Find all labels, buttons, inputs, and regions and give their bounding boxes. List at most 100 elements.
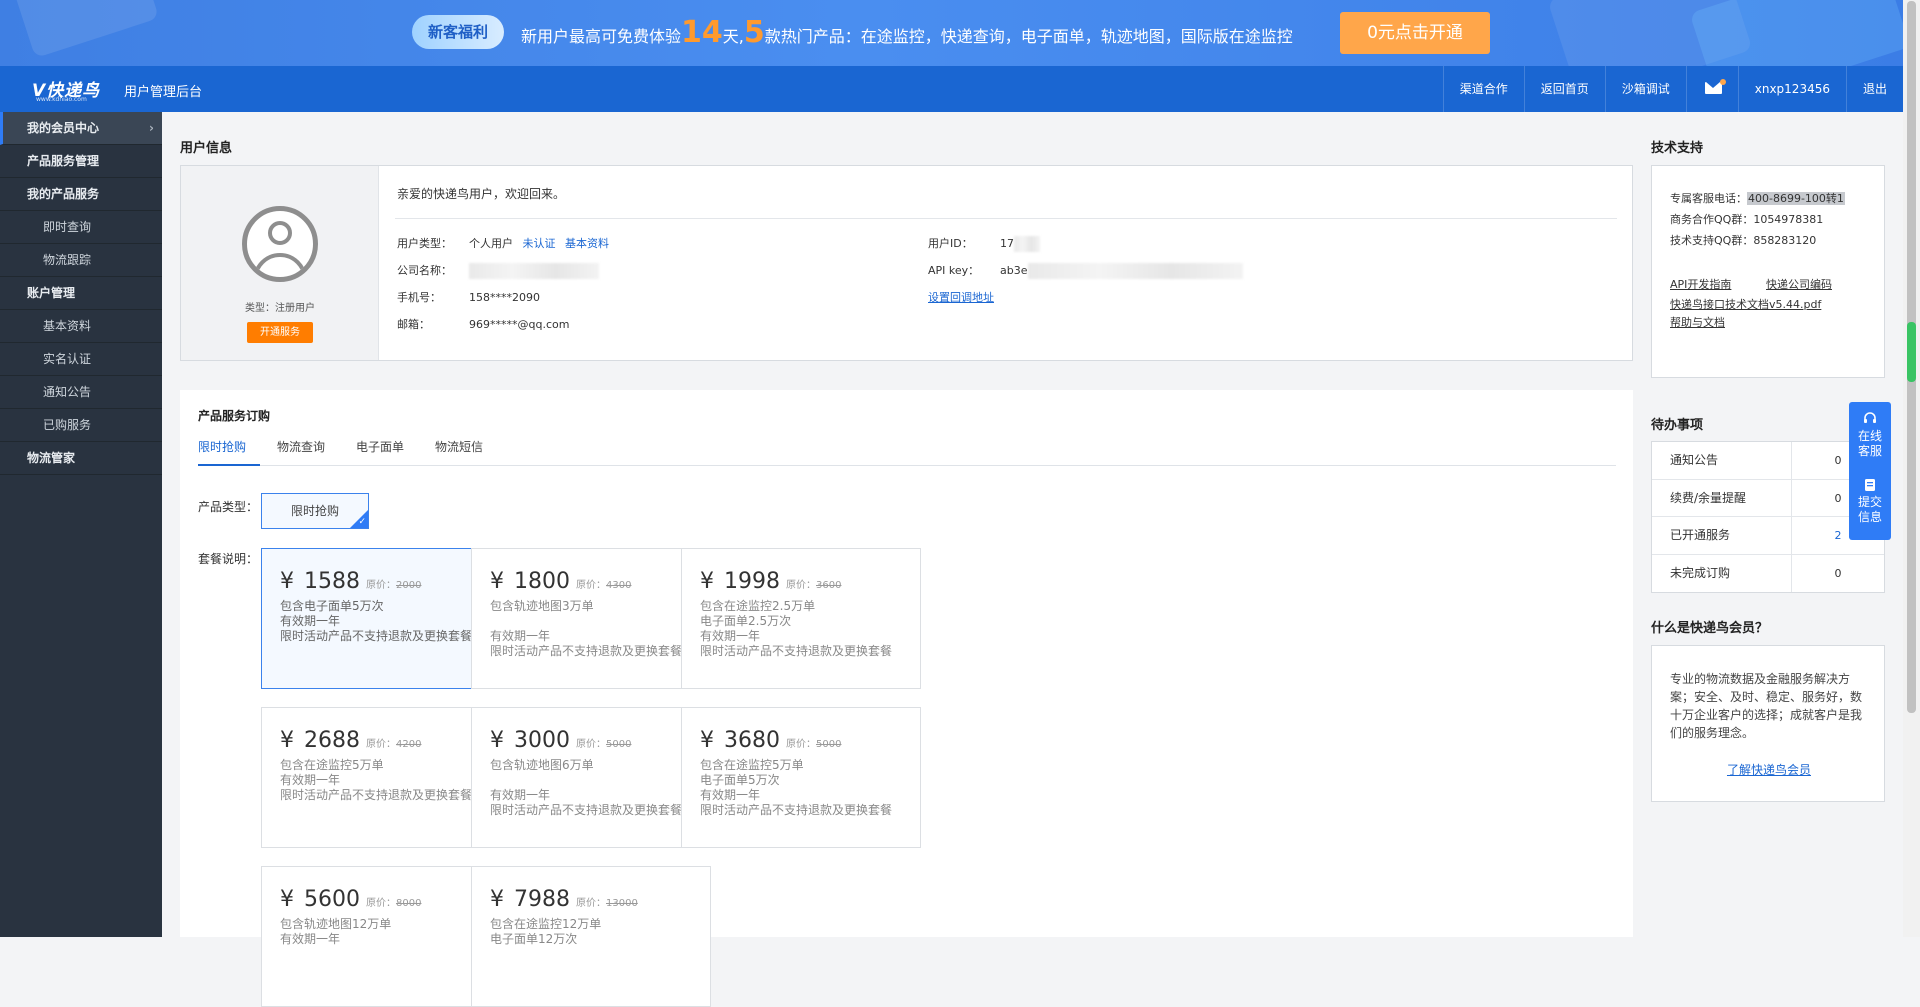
sidebar: 我的会员中心 › 产品服务管理 我的产品服务 即时查询 物流跟踪 账户管理 基本…	[0, 112, 162, 937]
email-label: 邮箱：	[397, 318, 430, 331]
plan-price-value: 1998	[724, 569, 780, 594]
original-price-value: 3600	[816, 580, 842, 591]
user-id-row: 用户ID： 17	[928, 235, 1040, 252]
plan-price: ¥3000 原价：5000	[490, 728, 631, 753]
original-price-label: 原价：	[576, 898, 606, 909]
learn-membership-link[interactable]: 了解快递鸟会员	[1727, 763, 1811, 777]
sidebar-item-instant-query[interactable]: 即时查询	[0, 211, 162, 244]
sidebar-item-purchased[interactable]: 已购服务	[0, 409, 162, 442]
top-header: V快递鸟 www.kdniao.com 用户管理后台 渠道合作 返回首页 沙箱调…	[0, 66, 1903, 112]
sidebar-item-notices[interactable]: 通知公告	[0, 376, 162, 409]
membership-text: 专业的物流数据及金融服务解决方案；安全、及时、稳定、服务好，数十万企业客户的选择…	[1670, 672, 1863, 740]
plan-description: 包含轨迹地图6万单 有效期一年 限时活动产品不支持退款及更换套餐	[490, 758, 682, 818]
plan-card[interactable]: ¥3680 原价：5000 包含在途监控5万单 电子面单5万次 有效期一年 限时活动产品不…	[681, 707, 921, 848]
currency-symbol: ¥	[490, 728, 504, 753]
nav-home[interactable]: 返回首页	[1523, 66, 1605, 112]
currency-symbol: ¥	[280, 728, 294, 753]
original-price-value: 13000	[606, 898, 638, 909]
api-key-value: ab3e	[1000, 264, 1028, 277]
plan-original-price: 原价：8000	[366, 898, 421, 909]
sidebar-item-member-center[interactable]: 我的会员中心 ›	[0, 112, 162, 145]
product-type-option[interactable]: 限时抢购 ✓	[261, 493, 369, 529]
sidebar-item-account[interactable]: 账户管理	[0, 277, 162, 310]
tech-qq: 技术支持QQ群：858283120	[1670, 234, 1817, 247]
sidebar-item-profile[interactable]: 基本资料	[0, 310, 162, 343]
tab-logistics-sms[interactable]: 物流短信	[435, 430, 497, 466]
membership-title: 什么是快递鸟会员？	[1651, 621, 1769, 636]
tab-flash-sale[interactable]: 限时抢购	[198, 430, 261, 466]
email-value: 969*****@qq.com	[469, 318, 570, 331]
courier-code-link[interactable]: 快递公司编码	[1766, 276, 1832, 292]
biz-qq: 商务合作QQ群：1054978381	[1670, 213, 1824, 226]
mail-button[interactable]	[1685, 66, 1738, 112]
todo-label: 已开通服务	[1652, 517, 1792, 554]
original-price-label: 原价：	[786, 739, 816, 750]
plan-description-line: 有效期一年	[490, 788, 551, 802]
hotline-label: 专属客服电话：	[1670, 192, 1747, 205]
nav-channel-cooperation[interactable]: 渠道合作	[1442, 66, 1524, 112]
api-guide-link[interactable]: API开发指南	[1670, 276, 1731, 292]
original-price-label: 原价：	[366, 739, 396, 750]
sidebar-item-product-service[interactable]: 产品服务管理	[0, 145, 162, 178]
nav-username[interactable]: xnxp123456	[1737, 66, 1846, 112]
plan-card[interactable]: ¥1588 原价：2000 包含电子面单5万次 有效期一年 限时活动产品不支持退款及更换…	[261, 548, 501, 689]
product-order-panel: 产品服务订购 限时抢购 物流查询 电子面单 物流短信 产品类型： 限时抢购 ✓ …	[180, 390, 1633, 1007]
plan-label: 套餐说明：	[198, 552, 259, 566]
promo-text-before: 新用户最高可免费体验	[521, 27, 682, 46]
plan-description-line: 包含在途监控5万单	[280, 758, 384, 772]
plan-description-line: 包含在途监控5万单	[700, 758, 804, 772]
profile-link[interactable]: 基本资料	[565, 237, 609, 250]
welcome-text: 亲爱的快递鸟用户，欢迎回来。	[397, 187, 566, 201]
user-type-label: 用户类型：	[397, 237, 452, 250]
help-link[interactable]: 帮助与文档	[1670, 314, 1725, 330]
todo-label: 续费/余量提醒	[1652, 479, 1792, 516]
plan-description-line: 有效期一年	[280, 614, 341, 628]
plan-description-line: 有效期一年	[700, 788, 761, 802]
plan-card[interactable]: ¥1800 原价：4300 包含轨迹地图3万单 有效期一年 限时活动产品不支持退款及更换…	[471, 548, 711, 689]
currency-symbol: ¥	[700, 728, 714, 753]
nav-sandbox[interactable]: 沙箱调试	[1604, 66, 1686, 112]
submit-info-button[interactable]: 提交 信息	[1849, 478, 1891, 525]
plan-description-line: 包含轨迹地图12万单	[280, 917, 392, 931]
vertical-scrollbar[interactable]	[1903, 0, 1920, 937]
original-price-value: 4300	[606, 580, 632, 591]
set-callback-link[interactable]: 设置回调地址	[928, 291, 994, 304]
sidebar-item-tracking[interactable]: 物流跟踪	[0, 244, 162, 277]
document-icon	[1865, 479, 1875, 491]
sidebar-item-logistics-manager[interactable]: 物流管家	[0, 442, 162, 475]
plan-description-line: 包含电子面单5万次	[280, 599, 384, 613]
tab-logistics-query[interactable]: 物流查询	[277, 430, 339, 466]
online-service-line2: 客服	[1857, 444, 1882, 458]
tech-doc-link[interactable]: 快递鸟接口技术文档v5.44.pdf	[1670, 296, 1821, 312]
plan-original-price: 原价：13000	[576, 898, 638, 909]
tab-e-waybill[interactable]: 电子面单	[356, 430, 418, 466]
plan-description-line: 限时活动产品不支持退款及更换套餐	[280, 788, 473, 802]
company-value-redacted	[469, 263, 599, 279]
api-key-redacted	[1027, 263, 1243, 279]
sidebar-item-my-products[interactable]: 我的产品服务	[0, 178, 162, 211]
plan-price: ¥7988 原价：13000	[490, 887, 638, 912]
scrollbar-indicator	[1907, 322, 1916, 382]
plan-description-line: 包含在途监控12万单	[490, 917, 602, 931]
plan-description-line: 限时活动产品不支持退款及更换套餐	[490, 803, 683, 817]
mail-icon	[1704, 82, 1722, 94]
promo-cta-button[interactable]: 0元点击开通	[1340, 12, 1490, 54]
sidebar-item-verification[interactable]: 实名认证	[0, 343, 162, 376]
currency-symbol: ¥	[280, 569, 294, 594]
open-service-button[interactable]: 开通服务	[247, 322, 313, 343]
promo-days-unit: 天,	[722, 27, 744, 46]
submit-info-line2: 信息	[1857, 510, 1882, 524]
plan-price: ¥5600 原价：8000	[280, 887, 421, 912]
todo-row[interactable]: 未完成订购 0	[1652, 554, 1884, 592]
plan-card[interactable]: ¥1998 原价：3600 包含在途监控2.5万单 电子面单2.5万次 有效期一年 限时活…	[681, 548, 921, 689]
sidebar-item-label: 我的会员中心	[27, 121, 100, 135]
headset-icon	[1864, 412, 1876, 423]
nav-logout[interactable]: 退出	[1845, 66, 1903, 112]
plan-card[interactable]: ¥3000 原价：5000 包含轨迹地图6万单 有效期一年 限时活动产品不支持退款及更换…	[471, 707, 711, 848]
plan-price-value: 3680	[724, 728, 780, 753]
plan-description: 包含在途监控2.5万单 电子面单2.5万次 有效期一年 限时活动产品不支持退款及更换套…	[700, 599, 892, 659]
online-service-button[interactable]: 在线 客服	[1849, 412, 1891, 459]
unverified-link[interactable]: 未认证	[523, 237, 556, 250]
support-title: 技术支持	[1651, 141, 1704, 156]
plan-card[interactable]: ¥2688 原价：4200 包含在途监控5万单 有效期一年 限时活动产品不支持退款及更换…	[261, 707, 501, 848]
